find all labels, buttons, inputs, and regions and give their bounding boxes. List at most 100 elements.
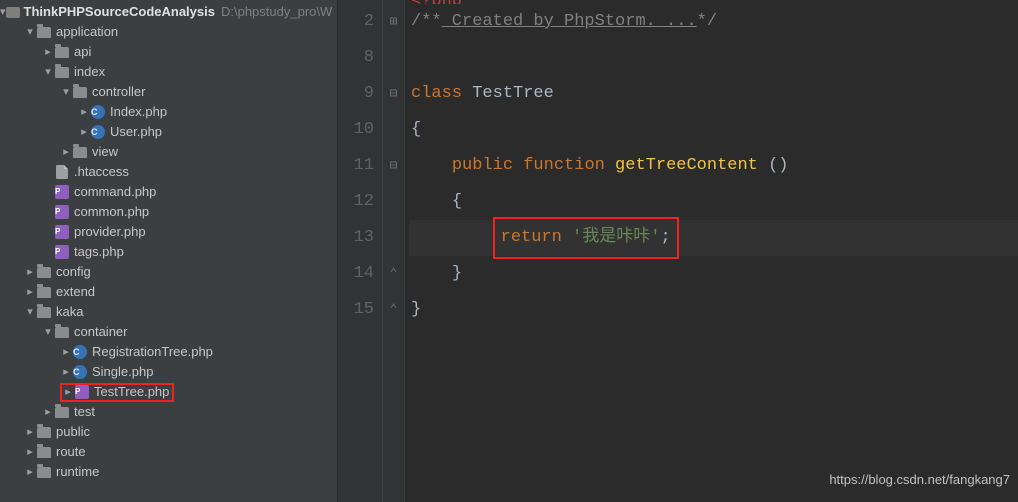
expand-chevron-icon[interactable] (24, 262, 36, 282)
folder-icon (54, 64, 70, 80)
tree-item-container[interactable]: container (0, 322, 337, 342)
expand-chevron-icon[interactable] (42, 402, 54, 422)
expand-chevron-icon[interactable] (24, 282, 36, 302)
expand-chevron-icon[interactable] (24, 442, 36, 462)
tree-item-runtime[interactable]: runtime (0, 462, 337, 482)
highlighted-return-box: return '我是咔咔'; (493, 217, 679, 259)
expand-chevron-icon[interactable] (62, 382, 74, 402)
folder-icon (36, 464, 52, 480)
expand-chevron-icon[interactable] (60, 362, 72, 382)
tree-item-extend[interactable]: extend (0, 282, 337, 302)
tree-item-label: Single.php (92, 362, 153, 382)
line-number: 2 (338, 4, 374, 40)
tree-item-label: common.php (74, 202, 149, 222)
file-icon (54, 184, 70, 200)
folder-icon (36, 264, 52, 280)
tree-item-label: command.php (74, 182, 156, 202)
file-icon (54, 204, 70, 220)
tree-item-thinkphpsourcecodeanalysis[interactable]: ThinkPHPSourceCodeAnalysis D:\phpstudy_pr… (0, 2, 337, 22)
fold-mark-icon[interactable]: ⊟ (383, 76, 404, 112)
gutter-fold-marks[interactable]: ⊞ ⊟ ⊟ ⌃⌃ (383, 0, 405, 502)
fold-mark-icon[interactable]: ⊟ (383, 148, 404, 184)
tree-item-label: container (74, 322, 127, 342)
tree-item-command-php[interactable]: command.php (0, 182, 337, 202)
code-line-9: class TestTree (409, 76, 1018, 112)
line-number: 8 (338, 40, 374, 76)
project-path: D:\phpstudy_pro\W (221, 2, 332, 22)
expand-chevron-icon[interactable] (42, 42, 54, 62)
tree-item-application[interactable]: application (0, 22, 337, 42)
tree-item-index-php[interactable]: Index.php (0, 102, 337, 122)
tree-item-label: api (74, 42, 91, 62)
code-line-15: } (409, 292, 1018, 328)
tree-item--htaccess[interactable]: .htaccess (0, 162, 337, 182)
expand-chevron-icon[interactable] (24, 462, 36, 482)
fold-mark-icon (383, 220, 404, 256)
expand-chevron-icon[interactable] (42, 62, 54, 82)
tree-item-label: provider.php (74, 222, 146, 242)
tree-item-tags-php[interactable]: tags.php (0, 242, 337, 262)
expand-chevron-icon[interactable] (78, 102, 90, 122)
fold-mark-icon (383, 184, 404, 220)
expand-chevron-icon[interactable] (60, 342, 72, 362)
tree-item-view[interactable]: view (0, 142, 337, 162)
expand-chevron-icon[interactable] (60, 82, 72, 102)
tree-item-label: controller (92, 82, 145, 102)
line-number: 10 (338, 112, 374, 148)
tree-item-testtree-php[interactable]: TestTree.php (0, 382, 337, 402)
highlighted-file-box: TestTree.php (60, 383, 174, 402)
tree-item-api[interactable]: api (0, 42, 337, 62)
tree-item-public[interactable]: public (0, 422, 337, 442)
fold-mark-icon[interactable]: ⌃ (383, 256, 404, 292)
folder-icon (54, 404, 70, 420)
code-area[interactable]: <?php /** Created by PhpStorm. ...*/ cla… (405, 0, 1018, 502)
tree-item-user-php[interactable]: User.php (0, 122, 337, 142)
code-line-10: { (409, 112, 1018, 148)
tree-item-label: application (56, 22, 118, 42)
tree-item-route[interactable]: route (0, 442, 337, 462)
expand-chevron-icon[interactable] (24, 22, 36, 42)
tree-item-test[interactable]: test (0, 402, 337, 422)
tree-item-label: view (92, 142, 118, 162)
expand-chevron-icon[interactable] (42, 322, 54, 342)
tree-item-registrationtree-php[interactable]: RegistrationTree.php (0, 342, 337, 362)
line-number: 12 (338, 184, 374, 220)
fold-mark-icon[interactable]: ⊞ (383, 4, 404, 40)
tree-item-provider-php[interactable]: provider.php (0, 222, 337, 242)
tree-item-label: index (74, 62, 105, 82)
tree-item-label: .htaccess (74, 162, 129, 182)
tree-item-config[interactable]: config (0, 262, 337, 282)
folder-icon (36, 304, 52, 320)
folder-icon (36, 444, 52, 460)
expand-chevron-icon[interactable] (24, 302, 36, 322)
file-icon (54, 164, 70, 180)
file-icon (90, 104, 106, 120)
editor-pane: 289101112131415 ⊞⊟⊟⌃⌃ <?php /** Created … (338, 0, 1018, 502)
tree-item-label: TestTree.php (94, 382, 169, 402)
code-line-8 (409, 40, 1018, 76)
expand-chevron-icon[interactable] (60, 142, 72, 162)
line-number: 15 (338, 292, 374, 328)
code-line-11: public function getTreeContent () (409, 148, 1018, 184)
fold-mark-icon[interactable]: ⌃ (383, 292, 404, 328)
tree-item-index[interactable]: index (0, 62, 337, 82)
tree-item-controller[interactable]: controller (0, 82, 337, 102)
file-icon (54, 224, 70, 240)
tree-item-common-php[interactable]: common.php (0, 202, 337, 222)
tree-item-label: ThinkPHPSourceCodeAnalysis (24, 2, 215, 22)
editor[interactable]: 289101112131415 ⊞⊟⊟⌃⌃ <?php /** Created … (338, 0, 1018, 502)
tree-item-single-php[interactable]: Single.php (0, 362, 337, 382)
project-tree[interactable]: ThinkPHPSourceCodeAnalysis D:\phpstudy_pr… (0, 0, 338, 502)
file-icon (72, 344, 88, 360)
code-line-12: { (409, 184, 1018, 220)
tree-item-kaka[interactable]: kaka (0, 302, 337, 322)
tree-item-label: kaka (56, 302, 83, 322)
line-number: 14 (338, 256, 374, 292)
expand-chevron-icon[interactable] (24, 422, 36, 442)
expand-chevron-icon[interactable] (78, 122, 90, 142)
code-line-2: /** Created by PhpStorm. ...*/ (409, 4, 1018, 40)
file-icon (72, 364, 88, 380)
code-line-13: return '我是咔咔'; (409, 220, 1018, 256)
tree-item-label: config (56, 262, 91, 282)
file-icon (90, 124, 106, 140)
